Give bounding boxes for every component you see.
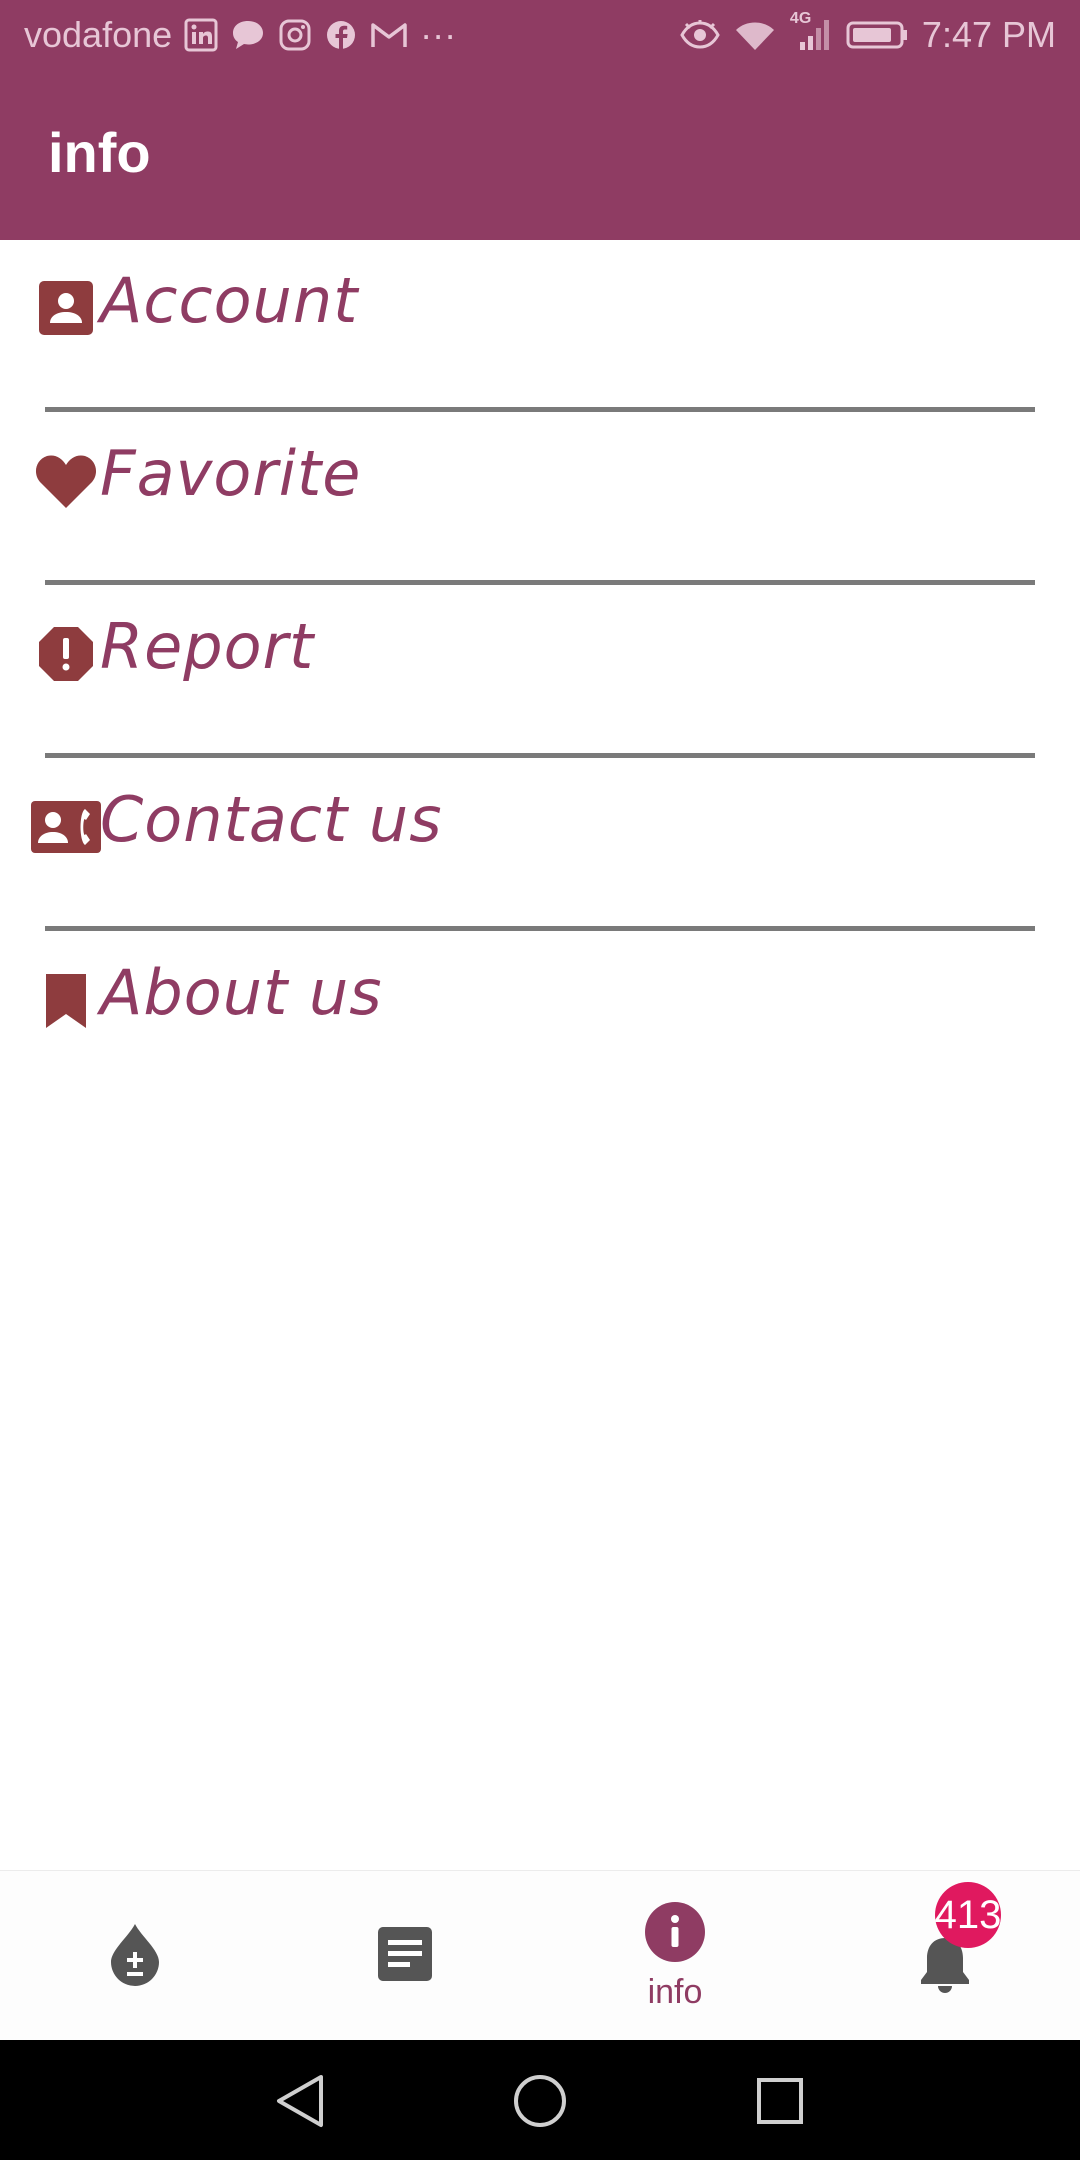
menu-item-label: Account	[100, 264, 359, 337]
divider	[45, 926, 1035, 931]
info-icon	[644, 1901, 706, 1967]
nav-item-info[interactable]: info	[540, 1871, 810, 2041]
article-icon	[376, 1925, 434, 1987]
eye-icon	[680, 20, 720, 50]
battery-icon	[846, 20, 908, 50]
chat-bubble-icon	[230, 18, 266, 52]
back-icon	[273, 2073, 327, 2133]
instagram-icon	[278, 18, 312, 52]
bottom-navigation: info	[0, 1870, 1080, 2041]
divider	[45, 753, 1035, 758]
more-notifications-icon: ···	[420, 14, 457, 55]
menu-item-favorite[interactable]: Favorite	[0, 413, 1080, 585]
blood-drop-icon	[107, 1922, 163, 1990]
nav-item-label: info	[647, 1972, 703, 2011]
clock: 7:47 PM	[921, 14, 1056, 55]
app-bar: info	[0, 72, 1080, 240]
report-alert-icon	[30, 618, 102, 690]
page-title: info	[48, 121, 151, 184]
network-type-label: 4G	[789, 10, 812, 27]
facebook-icon	[324, 18, 358, 52]
gmail-icon	[370, 20, 408, 50]
contact-phone-icon	[28, 791, 104, 863]
recents-icon	[755, 2076, 805, 2130]
wifi-icon	[734, 18, 776, 52]
home-icon	[512, 2073, 568, 2133]
account-icon	[30, 272, 102, 344]
carrier-label: vodafone	[24, 14, 173, 55]
menu-item-contact-us[interactable]: Contact us	[0, 759, 1080, 931]
notification-count-badge: 413	[935, 1882, 1001, 1948]
menu-item-label: Report	[100, 610, 315, 683]
divider	[45, 580, 1035, 585]
back-button[interactable]	[255, 2058, 345, 2148]
menu-item-label: Favorite	[100, 437, 362, 510]
heart-icon	[30, 445, 102, 517]
status-bar: vodafone ··· 4G 7:47 PM	[0, 0, 1080, 72]
menu-item-report[interactable]: Report	[0, 586, 1080, 758]
menu-item-account[interactable]: Account	[0, 240, 1080, 412]
linkedin-icon	[184, 18, 218, 52]
menu-item-label: Contact us	[100, 783, 443, 856]
system-navigation-bar	[0, 2040, 1080, 2160]
menu-item-about-us[interactable]: About us	[0, 932, 1080, 1104]
recents-button[interactable]	[735, 2058, 825, 2148]
divider	[45, 407, 1035, 412]
home-button[interactable]	[495, 2058, 585, 2148]
cellular-signal-icon: 4G	[790, 10, 832, 52]
bookmark-icon	[30, 964, 102, 1036]
menu-item-label: About us	[100, 956, 383, 1029]
nav-item-articles[interactable]	[270, 1871, 540, 2041]
nav-item-blood-donation[interactable]	[0, 1871, 270, 2041]
